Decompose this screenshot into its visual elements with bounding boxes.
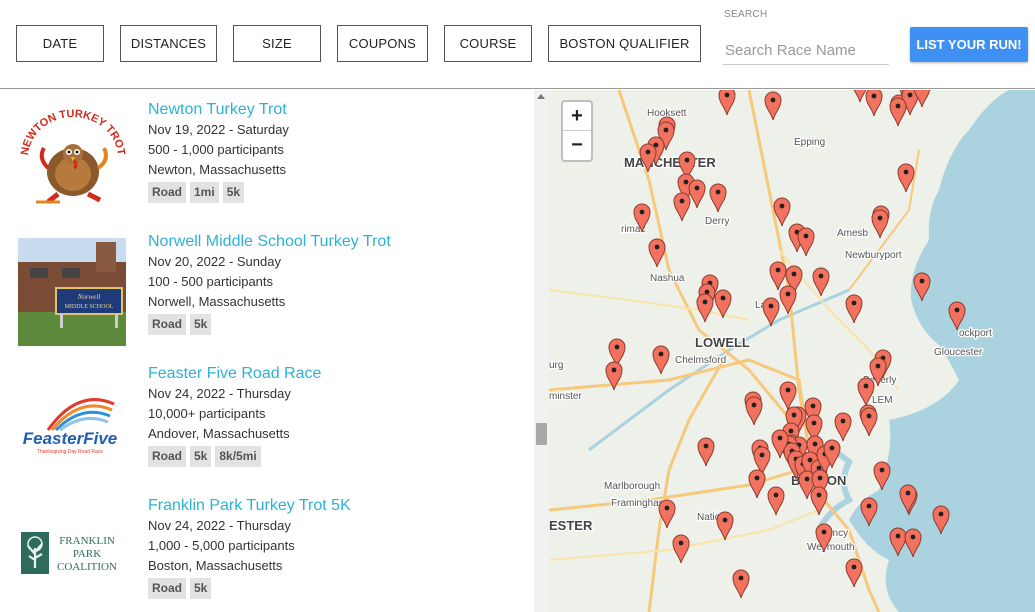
search-label: SEARCH	[724, 9, 768, 20]
course-filter-button[interactable]: COURSE	[444, 25, 532, 62]
race-map[interactable]: Hooksett Epping MANCHESTER Derry rimac Amesb N…	[549, 90, 1035, 612]
race-item[interactable]: FeasterFive Thanksgiving Day Road Race F…	[0, 354, 534, 486]
race-location: Andover, Massachusetts	[148, 426, 290, 441]
race-tags: Road 1mi 5k	[148, 182, 245, 203]
race-location: Norwell, Massachusetts	[148, 294, 286, 309]
franklin-logo-line1: FRANKLIN	[59, 535, 115, 547]
franklin-park-coalition-logo: FRANKLIN PARK COALITION	[18, 500, 126, 608]
race-participants: 500 - 1,000 participants	[148, 142, 284, 157]
feaster-five-logo: FeasterFive Thanksgiving Day Road Race	[18, 368, 126, 476]
race-item[interactable]: NEWTON TURKEY TROT Newton Turkey Trot No…	[0, 90, 534, 222]
norwell-middle-school-photo: Norwell MIDDLE SCHOOL	[18, 238, 126, 346]
newton-turkey-trot-logo: NEWTON TURKEY TROT	[18, 102, 127, 210]
race-tags: Road 5k	[148, 578, 212, 599]
race-title[interactable]: Feaster Five Road Race	[148, 365, 321, 383]
race-list: NEWTON TURKEY TROT Newton Turkey Trot No…	[0, 90, 534, 612]
race-date: Nov 19, 2022 - Saturday	[148, 122, 289, 137]
map-place-label: ockport	[959, 328, 992, 339]
map-place-label: MANCHESTER	[624, 155, 716, 170]
feaster-logo-subtext: Thanksgiving Day Road Race	[37, 449, 103, 455]
race-tags: Road 5k 8k/5mi	[148, 446, 261, 467]
map-place-label: LOWELL	[695, 335, 750, 350]
coupons-filter-button[interactable]: COUPONS	[337, 25, 428, 62]
race-title[interactable]: Franklin Park Turkey Trot 5K	[148, 497, 351, 515]
distances-filter-button[interactable]: DISTANCES	[120, 25, 217, 62]
size-filter-button[interactable]: SIZE	[233, 25, 321, 62]
feaster-logo-text: FeasterFive	[23, 429, 118, 448]
search-input[interactable]	[723, 36, 889, 65]
race-tag: 1mi	[190, 182, 219, 203]
race-tag: Road	[148, 182, 186, 203]
race-title[interactable]: Norwell Middle School Turkey Trot	[148, 233, 391, 251]
race-tag: 5k	[222, 182, 245, 203]
map-place-label: minster	[549, 391, 582, 402]
zoom-out-button[interactable]: −	[563, 131, 591, 160]
race-participants: 100 - 500 participants	[148, 274, 274, 289]
map-place-label: Weymouth	[807, 542, 855, 553]
map-place-label: Newburyport	[845, 250, 902, 261]
race-tag: 8k/5mi	[215, 446, 261, 467]
race-tag: Road	[148, 446, 186, 467]
race-item[interactable]: FRANKLIN PARK COALITION Franklin Park Tu…	[0, 486, 534, 612]
race-title[interactable]: Newton Turkey Trot	[148, 101, 287, 119]
race-location: Boston, Massachusetts	[148, 558, 283, 573]
race-tag: 5k	[190, 314, 212, 335]
map-place-label: Derry	[705, 216, 729, 227]
race-date: Nov 24, 2022 - Thursday	[148, 386, 291, 401]
race-date: Nov 20, 2022 - Sunday	[148, 254, 281, 269]
race-participants: 1,000 - 5,000 participants	[148, 538, 295, 553]
map-place-label: Gloucester	[934, 347, 983, 358]
race-participants: 10,000+ participants	[148, 406, 266, 421]
zoom-control: + −	[561, 100, 593, 162]
map-canvas[interactable]: HooksettEppingMANCHESTERDerryrimac AmesbN…	[549, 90, 1035, 612]
zoom-in-button[interactable]: +	[563, 102, 591, 131]
list-scrollbar[interactable]	[534, 90, 549, 612]
map-place-label: urg	[549, 360, 563, 371]
race-tag: Road	[148, 314, 186, 335]
franklin-logo-line2: PARK	[73, 548, 101, 560]
franklin-logo-line3: COALITION	[57, 561, 117, 573]
filter-bar: DATE DISTANCES SIZE COUPONS COURSE BOSTO…	[0, 0, 1035, 89]
map-place-label: Nashua	[650, 273, 685, 284]
scroll-up-arrow-icon[interactable]	[537, 94, 545, 99]
map-place-label: LEM	[872, 395, 893, 406]
race-tag: 5k	[190, 578, 212, 599]
map-place-label: Amesb	[837, 228, 869, 239]
race-date: Nov 24, 2022 - Thursday	[148, 518, 291, 533]
map-place-label: Marlborough	[604, 481, 660, 492]
race-item[interactable]: Norwell MIDDLE SCHOOL Norwell Middle Sch…	[0, 222, 534, 354]
boston-qualifier-filter-button[interactable]: BOSTON QUALIFIER	[548, 25, 701, 62]
race-tags: Road 5k	[148, 314, 212, 335]
date-filter-button[interactable]: DATE	[16, 25, 104, 62]
norwell-sign-line2: MIDDLE SCHOOL	[65, 304, 114, 310]
norwell-sign-line1: Norwell	[77, 293, 101, 301]
race-location: Newton, Massachusetts	[148, 162, 287, 177]
scrollbar-thumb[interactable]	[536, 423, 547, 445]
race-tag: Road	[148, 578, 186, 599]
race-tag: 5k	[190, 446, 212, 467]
list-your-run-button[interactable]: LIST YOUR RUN!	[910, 27, 1028, 62]
map-place-label: Epping	[794, 137, 825, 148]
map-place-label: ESTER	[549, 518, 593, 533]
map-place-label: Chelmsford	[675, 355, 726, 366]
